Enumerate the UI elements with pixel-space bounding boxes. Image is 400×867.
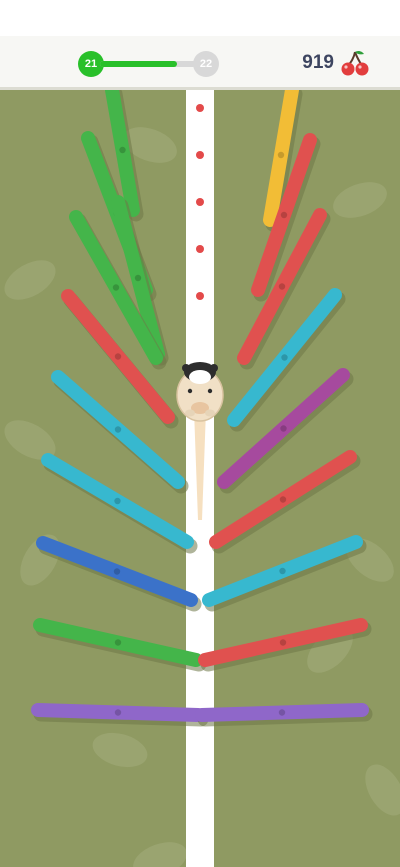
- path-dot-4: [196, 292, 204, 300]
- hud-bar: 21 22 919: [0, 36, 400, 90]
- stick-17: [31, 703, 209, 727]
- path-dot-2: [196, 198, 204, 206]
- path-dot-1: [196, 151, 204, 159]
- stick-18: [195, 703, 373, 727]
- game-scene: [4, 90, 400, 867]
- stick-15: [202, 535, 367, 612]
- next-level-badge: 22: [193, 51, 219, 77]
- cherry-icon: [341, 50, 369, 76]
- path-dot-0: [196, 104, 204, 112]
- leaf-decor-8: [365, 764, 400, 816]
- cow-icon[interactable]: [176, 362, 224, 520]
- stick-7: [36, 536, 202, 612]
- game-field[interactable]: [0, 90, 400, 867]
- leaf-decor-4: [333, 182, 387, 218]
- leaf-decor-0: [4, 260, 56, 300]
- level-progress-fill: [100, 61, 177, 67]
- stick-8: [33, 618, 207, 672]
- leaf-decor-5: [92, 732, 148, 768]
- leaf-decor-9: [133, 842, 187, 867]
- level-progress-bar: [100, 61, 196, 67]
- path-dot-3: [196, 245, 204, 253]
- cherry-score: 919: [302, 52, 334, 73]
